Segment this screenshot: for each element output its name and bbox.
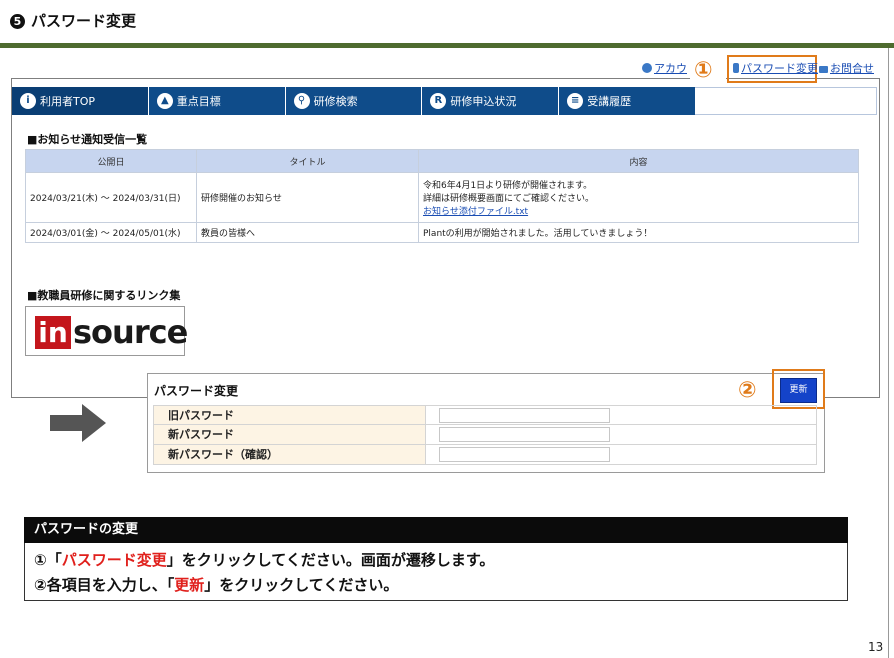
new-password-input[interactable] [439, 427, 610, 442]
mail-icon [819, 66, 828, 73]
notice-content: 令和6年4月1日より研修が開催されます。 詳細は研修概要画面にてご確認ください。… [418, 172, 859, 223]
header-title: タイトル [196, 149, 419, 173]
table-row: 2024/03/21(木) ～ 2024/03/31(日) 研修開催のお知らせ … [25, 172, 859, 223]
confirm-password-input[interactable] [439, 447, 610, 462]
account-icon [642, 63, 652, 73]
notice-date: 2024/03/01(金) ～ 2024/05/01(水) [25, 222, 197, 243]
links-section-title: ■教職員研修に関するリンク集 [27, 289, 181, 302]
notice-content: Plantの利用が開始されました。活用していきましょう！ [418, 222, 859, 243]
notice-title: 教員の皆様へ [196, 222, 419, 243]
marker-two: ② [738, 378, 757, 403]
caption-line-2: ②各項目を入力し、「更新」をクリックしてください。 [34, 576, 399, 594]
confirm-password-label: 新パスワード（確認） [154, 445, 426, 464]
application-icon: R [430, 93, 447, 109]
nav-attendance-history[interactable]: ≡ 受講履歴 [559, 87, 695, 115]
password-fields: 旧パスワード 新パスワード 新パスワード（確認） [153, 405, 817, 465]
table-row: 2024/03/01(金) ～ 2024/05/01(水) 教員の皆様へ Pla… [25, 222, 859, 243]
new-password-label: 新パスワード [154, 425, 426, 444]
old-password-label: 旧パスワード [154, 406, 426, 424]
new-password-row: 新パスワード [153, 425, 817, 445]
update-button[interactable]: 更新 [780, 378, 817, 403]
slide-heading: 5 パスワード変更 [10, 10, 136, 31]
confirm-password-row: 新パスワード（確認） [153, 445, 817, 465]
step-number: 5 [10, 14, 25, 29]
header-rule [0, 43, 894, 48]
notice-title: 研修開催のお知らせ [196, 172, 419, 223]
slide-title: パスワード変更 [31, 12, 137, 30]
notice-table: 公開日 タイトル 内容 2024/03/21(木) ～ 2024/03/31(日… [25, 149, 859, 243]
notice-section-title: ■お知らせ通知受信一覧 [27, 133, 148, 146]
old-password-input[interactable] [439, 407, 610, 423]
nav-training-search[interactable]: ⚲ 研修検索 [286, 87, 423, 115]
caption-heading: パスワードの変更 [24, 517, 848, 543]
account-link[interactable]: アカウ [642, 60, 687, 76]
notice-date: 2024/03/21(木) ～ 2024/03/31(日) [25, 172, 197, 223]
logo-source: source [73, 313, 188, 351]
password-change-link[interactable]: パスワード変更 [733, 60, 818, 76]
old-password-row: 旧パスワード [153, 405, 817, 425]
contact-link[interactable]: お問合せ [819, 60, 874, 76]
history-icon: ≡ [567, 93, 584, 109]
slide-border [888, 48, 889, 658]
page-number: 13 [868, 640, 884, 654]
arrow-right-icon [50, 404, 106, 442]
logo-in: in [35, 316, 71, 349]
nav-filler [695, 87, 877, 115]
search-person-icon: ⚲ [293, 93, 310, 109]
header-date: 公開日 [25, 149, 197, 173]
attachment-link[interactable]: お知らせ添付ファイル.txt [423, 207, 528, 217]
marker-one: ① [694, 58, 713, 83]
main-nav: i 利用者TOP ▲ 重点目標 ⚲ 研修検索 R 研修申込状況 ≡ 受講履歴 [12, 87, 695, 115]
notice-header-row: 公開日 タイトル 内容 [25, 149, 859, 173]
header-content: 内容 [418, 149, 859, 173]
caption-line-1: ①「パスワード変更」をクリックしてください。画面が遷移します。 [34, 551, 495, 569]
nav-user-top[interactable]: i 利用者TOP [12, 87, 149, 115]
password-form-title: パスワード変更 [154, 384, 239, 398]
nav-key-goals[interactable]: ▲ 重点目標 [149, 87, 286, 115]
chart-icon: ▲ [156, 93, 173, 109]
key-icon [733, 63, 739, 73]
nav-application-status[interactable]: R 研修申込状況 [422, 87, 560, 115]
insource-logo-link[interactable]: in source [25, 306, 188, 356]
info-icon: i [20, 93, 36, 109]
